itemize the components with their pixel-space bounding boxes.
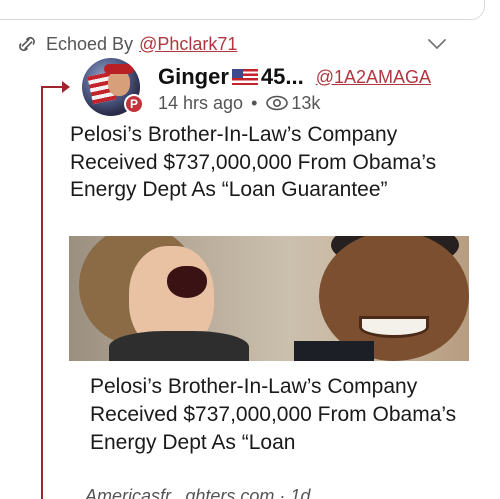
post-time: 14 hrs ago: [158, 92, 244, 113]
echo-icon: [19, 36, 35, 52]
link-source: Americasfr...ghters.com · 1d: [85, 486, 311, 499]
view-count: 13k: [291, 92, 321, 113]
eye-icon: [266, 95, 289, 111]
previous-card-edge: [0, 0, 500, 22]
author-name[interactable]: Ginger: [158, 64, 229, 90]
preview-image[interactable]: [69, 236, 469, 361]
link-title[interactable]: Pelosi’s Brother-In-Law’s Company Receiv…: [90, 373, 460, 457]
link-preview-card[interactable]: Pelosi’s Brother-In-Law’s Company Receiv…: [69, 236, 469, 499]
echo-label: Echoed By: [46, 33, 134, 54]
meta-separator: •: [251, 92, 258, 113]
echo-row: Echoed By @Phclark71: [16, 31, 237, 57]
post-meta: 14 hrs ago • 13k: [158, 91, 320, 115]
chevron-down-icon[interactable]: [426, 36, 448, 52]
post-text: Pelosi’s Brother-In-Law’s Company Receiv…: [70, 123, 437, 201]
thread-line: [41, 87, 43, 499]
author-handle[interactable]: @1A2AMAGA: [316, 67, 431, 88]
author-row: Ginger 45... @1A2AMAGA: [158, 63, 431, 91]
us-flag-icon: [231, 69, 258, 85]
author-name-suffix[interactable]: 45...: [261, 64, 304, 90]
echo-user-link[interactable]: @Phclark71: [139, 34, 237, 55]
card-border: [0, 0, 485, 20]
parler-badge: P: [124, 94, 144, 114]
arrow-right-icon: [62, 81, 70, 93]
